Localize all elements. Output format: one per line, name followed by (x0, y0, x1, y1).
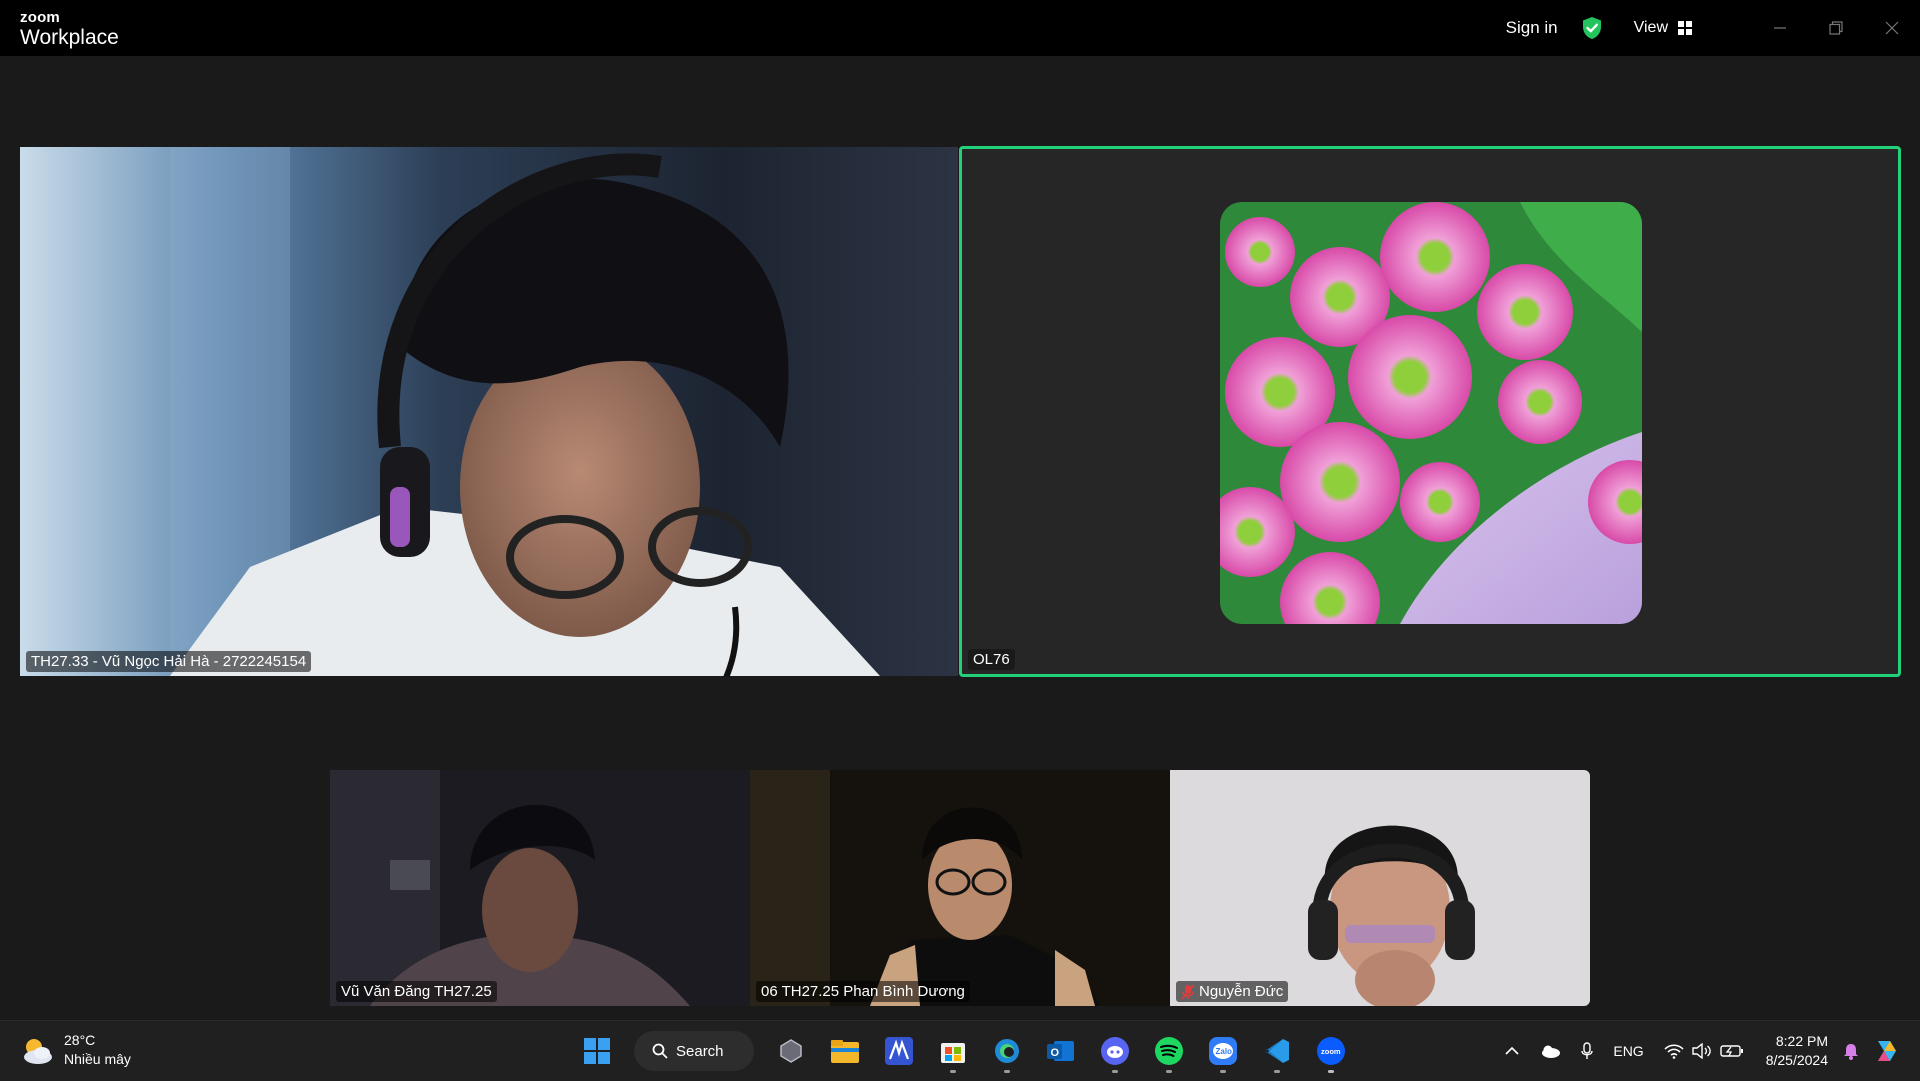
spotify-icon (1155, 1037, 1183, 1065)
weather-condition: Nhiều mây (64, 1051, 131, 1067)
task-view-icon (780, 1039, 802, 1063)
task-view-button[interactable] (769, 1029, 813, 1073)
network-button[interactable] (1664, 1043, 1684, 1059)
battery-button[interactable] (1720, 1044, 1744, 1058)
zalo-icon: Zalo (1209, 1037, 1237, 1065)
file-explorer-button[interactable] (823, 1029, 867, 1073)
zoom-button[interactable]: zoom (1309, 1029, 1353, 1073)
microphone-button[interactable] (1581, 1042, 1594, 1060)
video-tile-main-right[interactable]: OL76 (959, 146, 1901, 677)
wifi-icon (1664, 1044, 1684, 1059)
participant-name: Vũ Văn Đăng TH27.25 (336, 981, 497, 1002)
view-button[interactable]: View (1634, 19, 1692, 37)
zoom-icon: zoom (1317, 1037, 1345, 1065)
discord-icon (1101, 1037, 1129, 1065)
participant-video (750, 770, 1170, 1006)
onedrive-button[interactable] (1539, 1044, 1561, 1058)
taskbar-apps: Search O Zalo zoom (570, 1029, 1358, 1073)
temperature: 28°C (64, 1032, 96, 1048)
show-hidden-icons-button[interactable] (1505, 1046, 1519, 1056)
minimize-button[interactable] (1752, 0, 1808, 56)
participant-video (1170, 770, 1590, 1006)
edge-icon (995, 1039, 1019, 1063)
svg-text:Zalo: Zalo (1216, 1047, 1233, 1056)
running-indicator (1328, 1070, 1334, 1073)
running-indicator (1166, 1070, 1172, 1073)
participant-video (330, 770, 750, 1006)
chevron-up-icon (1505, 1046, 1519, 1055)
clock-time: 8:22 PM (1775, 1033, 1828, 1049)
close-icon (1885, 21, 1899, 35)
notifications-button[interactable] (1842, 1042, 1860, 1060)
restore-button[interactable] (1808, 0, 1864, 56)
participant-name-text: Nguyễn Đức (1199, 983, 1284, 1000)
discord-button[interactable] (1093, 1029, 1137, 1073)
sign-in-button[interactable]: Sign in (1506, 18, 1558, 38)
participant-avatar-image (1220, 202, 1642, 624)
grid-view-icon (1678, 21, 1692, 35)
microsoft-store-button[interactable] (931, 1029, 975, 1073)
video-tile-main-left[interactable]: TH27.33 - Vũ Ngọc Hải Hà - 2722245154 (20, 147, 958, 676)
running-indicator (1112, 1070, 1118, 1073)
logo-workplace: Workplace (20, 26, 119, 49)
bell-icon (1844, 1044, 1858, 1060)
shield-check-icon[interactable] (1580, 16, 1604, 40)
app-logo: zoom Workplace (20, 10, 119, 48)
mural-icon (885, 1037, 913, 1065)
windows-taskbar: 28°C Nhiều mây Search O Zalo zoom ENG 8:… (0, 1020, 1920, 1081)
zalo-button[interactable]: Zalo (1201, 1029, 1245, 1073)
running-indicator (1220, 1070, 1226, 1073)
minimize-icon (1774, 27, 1786, 29)
running-indicator (1004, 1070, 1010, 1073)
logo-zoom: zoom (20, 9, 60, 26)
windows-start-icon (584, 1038, 610, 1064)
close-button[interactable] (1864, 0, 1920, 56)
vscode-icon (1265, 1039, 1289, 1063)
participant-name: TH27.33 - Vũ Ngọc Hải Hà - 2722245154 (26, 651, 312, 672)
spotify-button[interactable] (1147, 1029, 1191, 1073)
clock-date: 8/25/2024 (1765, 1052, 1828, 1068)
language-indicator[interactable]: ENG (1613, 1043, 1643, 1059)
start-button[interactable] (575, 1029, 619, 1073)
search-icon (652, 1043, 668, 1059)
vscode-button[interactable] (1255, 1029, 1299, 1073)
system-tray: ENG 8:22 PM 8/25/2024 (1495, 1021, 1920, 1081)
running-indicator (950, 1070, 956, 1073)
microsoft-store-icon (941, 1043, 965, 1063)
title-bar: zoom Workplace Sign in View (0, 0, 1920, 56)
speaker-icon (1692, 1043, 1711, 1059)
participant-name: Nguyễn Đức (1176, 981, 1289, 1002)
participant-name: 06 TH27.25 Phan Bình Dương (756, 981, 970, 1002)
clock[interactable]: 8:22 PM 8/25/2024 (1766, 1032, 1828, 1070)
search-label: Search (676, 1042, 724, 1060)
volume-button[interactable] (1692, 1043, 1712, 1059)
participant-name: OL76 (968, 649, 1015, 670)
cloud-icon (1542, 1045, 1561, 1058)
video-tile-bottom-1[interactable]: Vũ Văn Đăng TH27.25 (330, 770, 750, 1006)
file-explorer-icon (831, 1040, 859, 1063)
weather-widget[interactable]: 28°C Nhiều mây (20, 1031, 131, 1069)
muted-microphone-icon (1181, 983, 1195, 1000)
outlook-button[interactable]: O (1039, 1029, 1083, 1073)
outlook-icon: O (1047, 1041, 1074, 1061)
view-label: View (1633, 19, 1668, 36)
microphone-icon (1581, 1042, 1594, 1059)
copilot-icon (1878, 1041, 1896, 1061)
video-tile-bottom-3[interactable]: Nguyễn Đức (1170, 770, 1590, 1006)
mural-app-button[interactable] (877, 1029, 921, 1073)
partly-cloudy-icon (24, 1039, 52, 1064)
copilot-button[interactable] (1872, 1037, 1900, 1065)
battery-charging-icon (1720, 1045, 1743, 1057)
edge-browser-button[interactable] (985, 1029, 1029, 1073)
svg-text:O: O (1051, 1047, 1060, 1059)
video-tile-bottom-2[interactable]: 06 TH27.25 Phan Bình Dương (750, 770, 1170, 1006)
running-indicator (1274, 1070, 1280, 1073)
restore-icon (1829, 21, 1843, 35)
taskbar-search[interactable]: Search (634, 1031, 754, 1071)
participant-video (20, 147, 958, 676)
svg-text:zoom: zoom (1321, 1047, 1341, 1056)
flowers-image (1220, 202, 1642, 624)
